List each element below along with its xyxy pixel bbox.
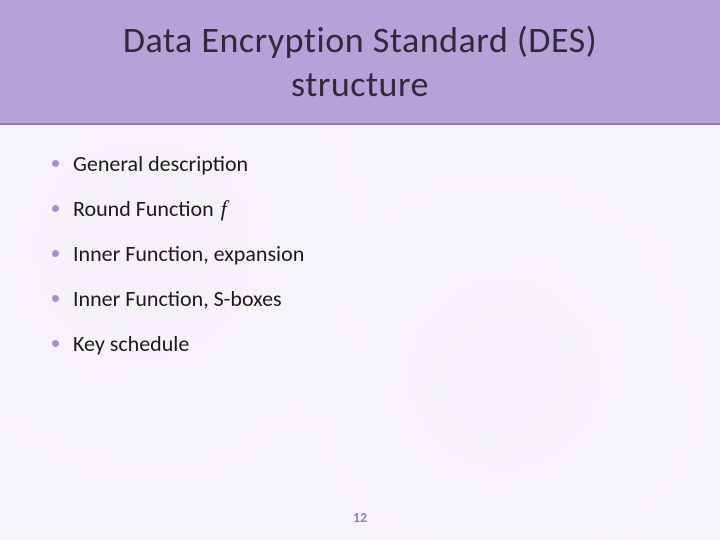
list-item: General description (50, 150, 670, 177)
list-item: Inner Function, expansion (50, 240, 670, 267)
list-item: Inner Function, S-boxes (50, 285, 670, 312)
bullet-icon (52, 205, 59, 212)
list-item-label: Key schedule (73, 330, 189, 357)
slide-body: General description Round Function f Inn… (0, 125, 720, 540)
bullet-icon (52, 250, 59, 257)
bullet-icon (52, 295, 59, 302)
list-item: Round Function f (50, 195, 670, 222)
slide-header: Data Encryption Standard (DES) structure (0, 0, 720, 125)
slide-title-line2: structure (291, 62, 429, 106)
list-item-label: Inner Function, S-boxes (73, 285, 282, 312)
slide-title-line1: Data Encryption Standard (DES) (123, 18, 597, 62)
bullet-list: General description Round Function f Inn… (50, 150, 670, 357)
list-item-label: Inner Function, expansion (73, 240, 304, 267)
page-number: 12 (0, 509, 720, 526)
bullet-icon (52, 340, 59, 347)
bullet-icon (52, 160, 59, 167)
list-item: Key schedule (50, 330, 670, 357)
list-item-label: General description (73, 150, 248, 177)
list-item-label: Round Function f (73, 195, 227, 222)
